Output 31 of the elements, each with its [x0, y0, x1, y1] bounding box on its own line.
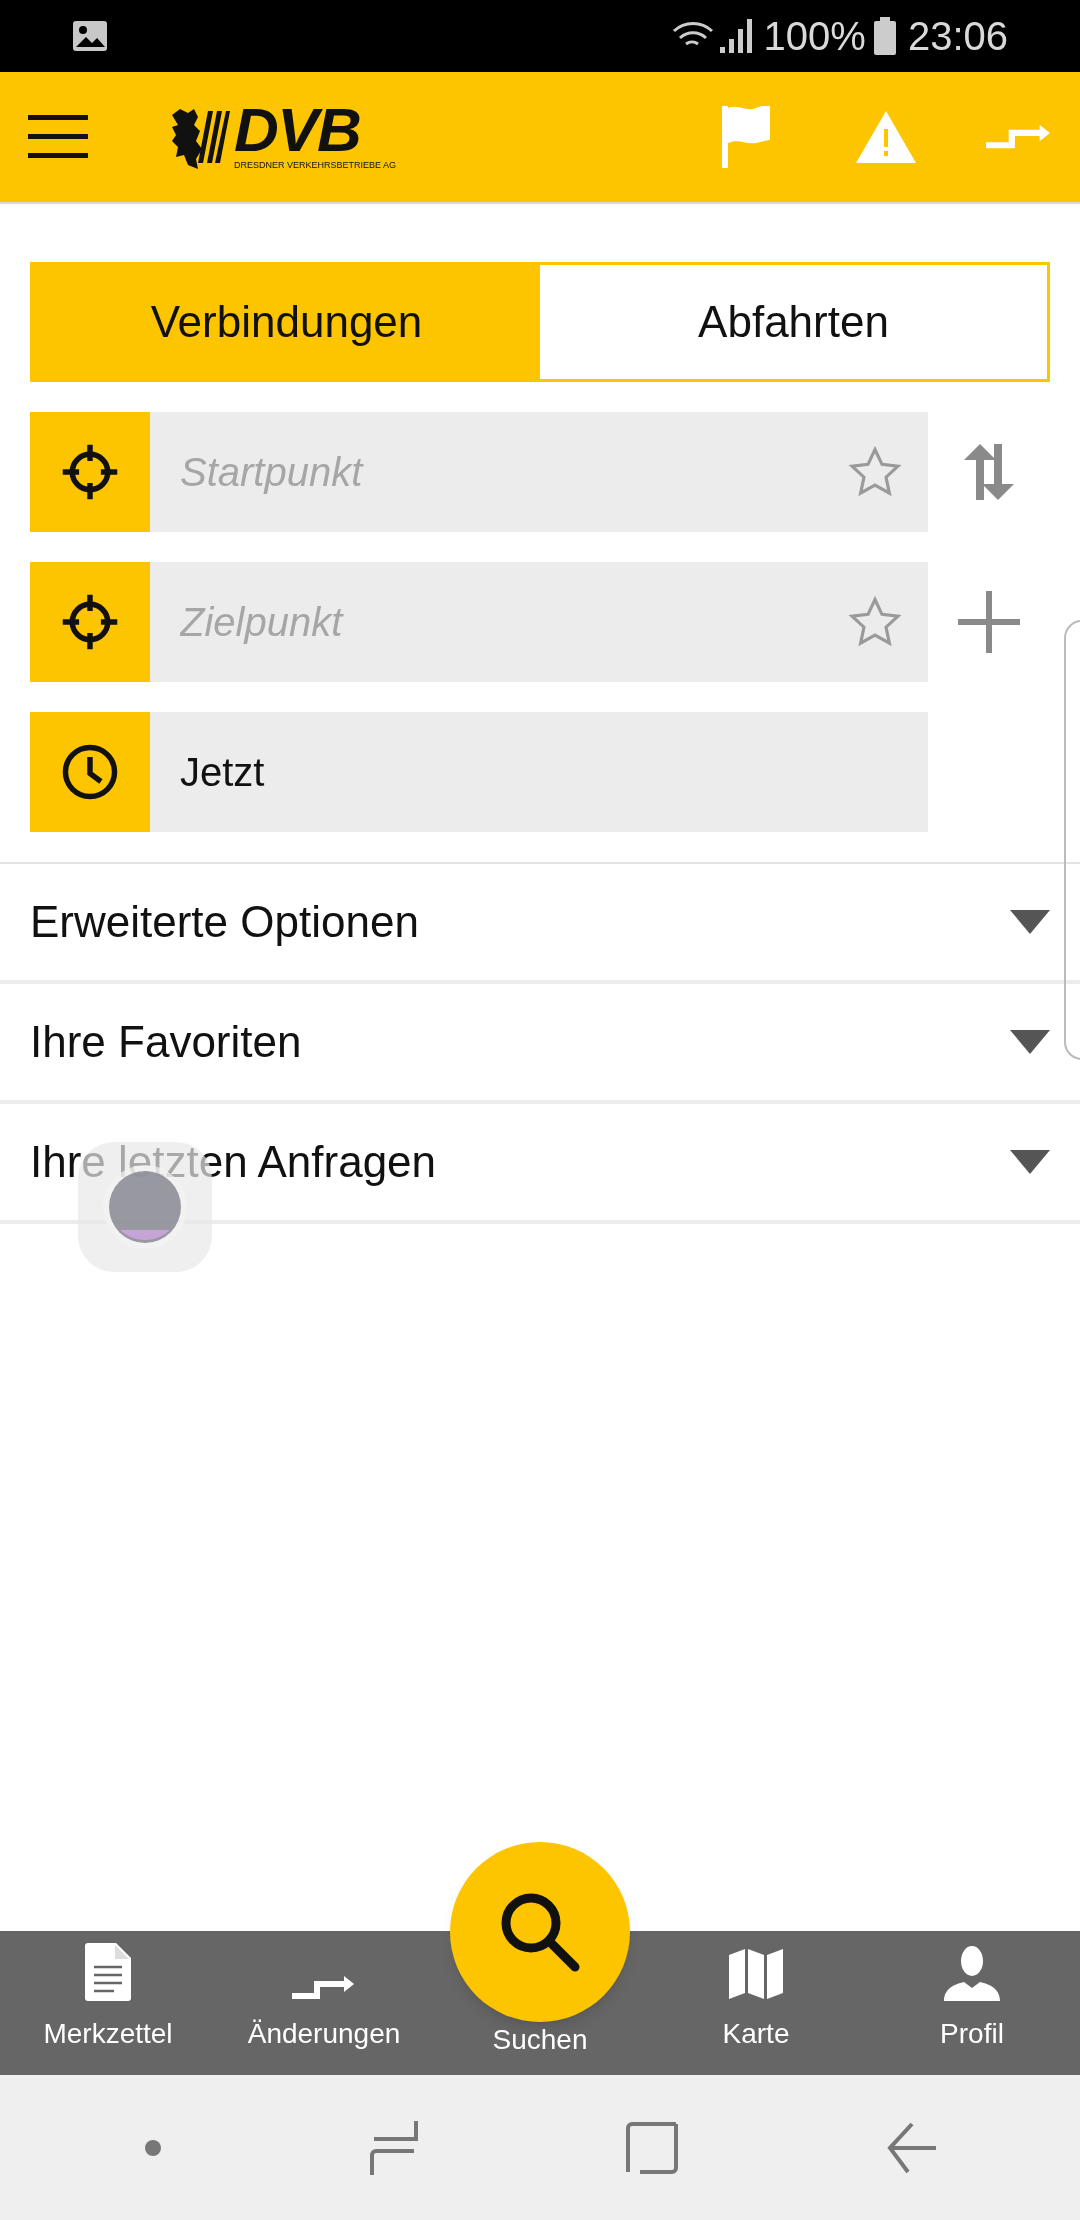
- star-icon[interactable]: [848, 446, 902, 498]
- menu-icon[interactable]: [28, 115, 88, 159]
- dot-icon[interactable]: [144, 2138, 162, 2157]
- clock-icon: [60, 742, 120, 802]
- accordion-header[interactable]: Erweiterte Optionen: [0, 864, 1080, 984]
- battery-icon: [873, 17, 896, 55]
- image-notification-icon: [72, 20, 108, 52]
- input-field[interactable]: Jetzt: [150, 712, 928, 832]
- star-icon[interactable]: [848, 596, 902, 648]
- map-icon: [729, 1947, 783, 2001]
- accordion-header[interactable]: Ihre Favoriten: [0, 984, 1080, 1104]
- clock-time: 23:06: [907, 13, 1008, 60]
- logo-subtitle: DRESDNER VERKEHRSBETRIEBE AG: [234, 159, 397, 173]
- input-field[interactable]: Startpunkt: [150, 412, 928, 532]
- tab[interactable]: Verbindungen: [33, 265, 540, 379]
- nav-button[interactable]: Änderungen: [216, 1931, 432, 2075]
- crosshair-icon[interactable]: [60, 592, 120, 652]
- home-icon[interactable]: [626, 2121, 678, 2174]
- person-icon: [944, 1945, 1000, 2001]
- logo-wordmark: DVB: [234, 101, 361, 160]
- plus-icon[interactable]: [958, 591, 1020, 653]
- battery-percentage: 100%: [763, 13, 866, 60]
- route-change-icon: [292, 1975, 356, 2001]
- nav-label[interactable]: Suchen: [492, 2019, 588, 2061]
- document-icon: [85, 1943, 131, 2001]
- back-icon[interactable]: [886, 2121, 936, 2174]
- crosshair-icon[interactable]: [60, 442, 120, 502]
- nav-button[interactable]: Karte: [648, 1931, 864, 2075]
- nav-button[interactable]: Profil: [864, 1931, 1080, 2075]
- recent-apps-icon[interactable]: [370, 2120, 418, 2175]
- nav-button[interactable]: Merkzettel: [0, 1931, 216, 2075]
